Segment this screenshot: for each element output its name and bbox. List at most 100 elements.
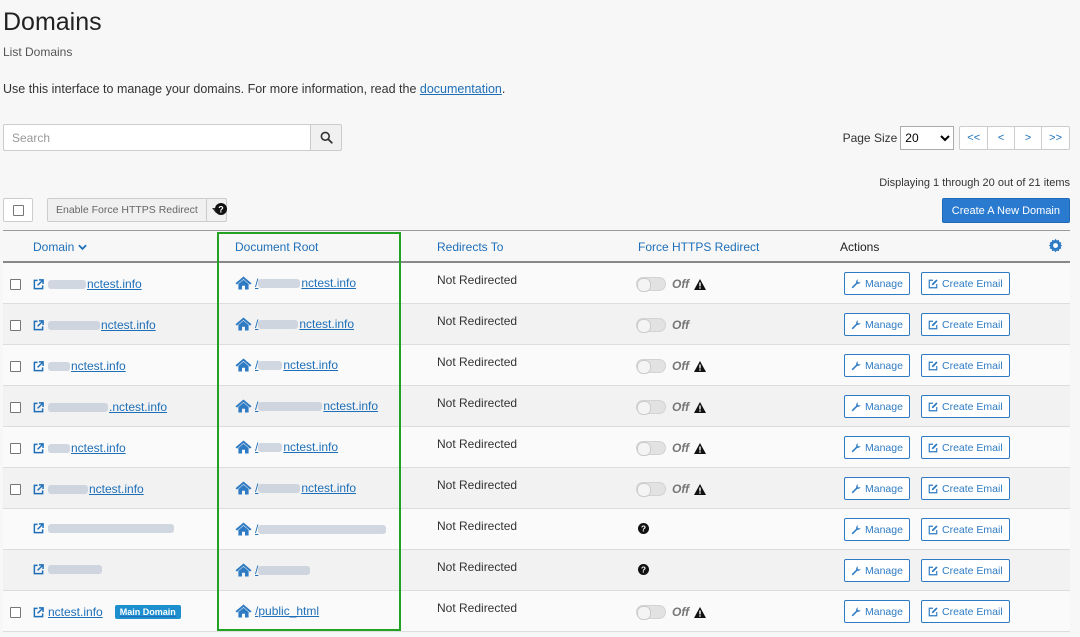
manage-button[interactable]: Manage xyxy=(844,354,910,377)
create-email-label: Create Email xyxy=(942,482,1003,495)
toggle-state-label: Off xyxy=(672,441,690,455)
warning-icon[interactable] xyxy=(694,360,707,372)
force-https-toggle[interactable] xyxy=(636,359,666,374)
warning-icon[interactable] xyxy=(694,278,707,290)
manage-button[interactable]: Manage xyxy=(844,395,910,418)
manage-label: Manage xyxy=(865,605,903,618)
warning-icon[interactable] xyxy=(694,483,707,495)
wrench-icon xyxy=(851,483,861,493)
document-root-link[interactable]: / nctest.info xyxy=(235,399,378,413)
domain-link[interactable]: .nctest.info xyxy=(33,400,167,414)
domain-link[interactable]: nctest.info xyxy=(33,359,126,373)
first-page-button[interactable]: << xyxy=(959,126,989,150)
domain-link[interactable]: nctest.info xyxy=(33,482,144,496)
redacted-text xyxy=(48,524,174,533)
edit-icon xyxy=(928,606,938,616)
edit-icon xyxy=(928,524,938,534)
create-email-button[interactable]: Create Email xyxy=(921,313,1010,336)
document-root-link[interactable]: / public_html xyxy=(235,604,319,618)
warning-icon[interactable] xyxy=(694,606,707,618)
warning-icon[interactable] xyxy=(694,401,707,413)
create-email-label: Create Email xyxy=(942,605,1003,618)
enable-force-https-button[interactable]: Enable Force HTTPS Redirect xyxy=(47,198,207,222)
manage-button[interactable]: Manage xyxy=(844,272,910,295)
document-root-link[interactable]: / nctest.info xyxy=(235,481,356,495)
manage-button[interactable]: Manage xyxy=(844,559,910,582)
search-button[interactable] xyxy=(310,124,342,151)
row-checkbox[interactable] xyxy=(10,443,21,454)
help-icon[interactable]: ? xyxy=(638,523,649,534)
force-https-toggle[interactable] xyxy=(636,318,666,333)
create-email-button[interactable]: Create Email xyxy=(921,518,1010,541)
last-page-button[interactable]: >> xyxy=(1041,126,1070,150)
force-https-toggle[interactable] xyxy=(636,482,666,497)
documentation-link[interactable]: documentation xyxy=(420,82,502,96)
force-https-toggle[interactable] xyxy=(636,605,666,620)
document-root-link[interactable]: / nctest.info xyxy=(235,276,356,290)
row-checkbox[interactable] xyxy=(10,402,21,413)
manage-label: Manage xyxy=(865,441,903,454)
page-title: Domains xyxy=(3,8,102,36)
force-https-toggle[interactable] xyxy=(636,277,666,292)
table-row: nctest.info / nctest.info Not Redirected Off… xyxy=(3,304,1070,345)
document-root-link[interactable]: / nctest.info xyxy=(235,317,354,331)
chevron-down-icon xyxy=(77,244,87,251)
manage-button[interactable]: Manage xyxy=(844,518,910,541)
external-link-icon xyxy=(33,278,44,289)
redacted-text xyxy=(258,401,323,411)
create-email-button[interactable]: Create Email xyxy=(921,477,1010,500)
gear-icon[interactable] xyxy=(1048,238,1063,253)
prev-page-button[interactable]: < xyxy=(987,126,1016,150)
intro-text-end: . xyxy=(501,82,506,96)
domain-link[interactable]: nctest.info xyxy=(33,441,126,455)
manage-button[interactable]: Manage xyxy=(844,600,910,623)
manage-button[interactable]: Manage xyxy=(844,477,910,500)
manage-button[interactable]: Manage xyxy=(844,313,910,336)
row-checkbox[interactable] xyxy=(10,320,21,331)
domain-column-header[interactable]: Domain xyxy=(33,240,87,254)
search-input[interactable] xyxy=(3,124,310,151)
document-root-link[interactable]: / xyxy=(235,522,387,536)
redacted-text xyxy=(48,565,102,574)
manage-label: Manage xyxy=(865,359,903,372)
force-https-toggle[interactable] xyxy=(636,400,666,415)
create-email-button[interactable]: Create Email xyxy=(921,354,1010,377)
create-email-button[interactable]: Create Email xyxy=(921,272,1010,295)
create-email-button[interactable]: Create Email xyxy=(921,559,1010,582)
document-root-link[interactable]: / nctest.info xyxy=(235,440,338,454)
create-email-label: Create Email xyxy=(942,277,1003,290)
domain-link[interactable]: nctest.info xyxy=(33,318,156,332)
help-icon[interactable]: ? xyxy=(215,203,227,215)
domain-name: nctest.info xyxy=(87,277,142,291)
domain-link[interactable]: nctest.info Main Domain xyxy=(33,605,181,619)
row-checkbox[interactable] xyxy=(10,607,21,618)
create-email-label: Create Email xyxy=(942,400,1003,413)
document-root-link[interactable]: / nctest.info xyxy=(235,358,338,372)
select-all-checkbox[interactable] xyxy=(3,198,33,222)
warning-icon[interactable] xyxy=(694,442,707,454)
table-header: Domain Document Root Redirects To Force … xyxy=(3,231,1070,263)
wrench-icon xyxy=(851,401,861,411)
create-email-button[interactable]: Create Email xyxy=(921,600,1010,623)
row-checkbox[interactable] xyxy=(10,361,21,372)
domain-link[interactable]: nctest.info xyxy=(33,277,142,291)
create-email-button[interactable]: Create Email xyxy=(921,395,1010,418)
force-https-toggle[interactable] xyxy=(636,441,666,456)
create-email-button[interactable]: Create Email xyxy=(921,436,1010,459)
page-size-label: Page Size xyxy=(842,131,898,145)
document-root-column-header[interactable]: Document Root xyxy=(235,240,318,254)
next-page-button[interactable]: > xyxy=(1014,126,1043,150)
document-root-link[interactable]: / xyxy=(235,563,311,577)
create-new-domain-button[interactable]: Create A New Domain xyxy=(941,198,1070,223)
row-checkbox[interactable] xyxy=(10,484,21,495)
help-icon[interactable]: ? xyxy=(638,564,649,575)
toggle-state-label: Off xyxy=(672,318,690,332)
domain-link[interactable] xyxy=(33,523,175,534)
force-https-toggle-group: Off xyxy=(636,277,707,292)
manage-button[interactable]: Manage xyxy=(844,436,910,459)
row-checkbox[interactable] xyxy=(10,279,21,290)
redirects-to-column-header[interactable]: Redirects To xyxy=(437,240,503,254)
page-size-select[interactable]: 20 xyxy=(900,126,955,150)
domain-link[interactable] xyxy=(33,564,103,575)
force-https-column-header[interactable]: Force HTTPS Redirect xyxy=(638,240,759,254)
